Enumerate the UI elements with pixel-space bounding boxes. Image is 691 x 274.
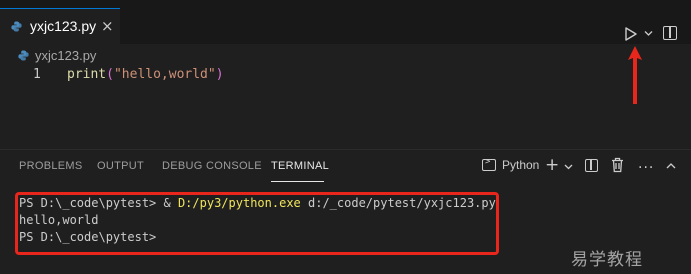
- plus-icon[interactable]: +: [545, 155, 559, 175]
- terminal-profile-label: Python: [502, 158, 540, 172]
- code-text[interactable]: print("hello,world"): [67, 66, 224, 84]
- terminal-exe-path: D:/py3/python.exe: [177, 196, 301, 210]
- terminal-line-2[interactable]: hello,world: [19, 213, 98, 231]
- tab-problems[interactable]: PROBLEMS: [19, 160, 83, 172]
- editor-tab-bar: yxjc123.py ×: [0, 8, 691, 44]
- tab-terminal[interactable]: TERMINAL: [271, 160, 329, 172]
- terminal-icon: [482, 157, 496, 171]
- code-paren-close: ): [215, 67, 224, 82]
- line-number: 1: [33, 67, 41, 82]
- split-terminal-icon[interactable]: [585, 159, 598, 172]
- chevron-down-icon[interactable]: [564, 164, 573, 170]
- tab-label: yxjc123.py: [30, 18, 97, 34]
- code-string: "hello,world": [113, 67, 216, 82]
- python-file-icon: [18, 49, 29, 61]
- code-line-1[interactable]: 1 print("hello,world"): [0, 66, 691, 84]
- more-actions-icon[interactable]: ···: [638, 160, 654, 176]
- chevron-down-icon[interactable]: [644, 30, 653, 37]
- chevron-up-icon[interactable]: [666, 163, 676, 169]
- split-editor-icon[interactable]: [663, 26, 677, 40]
- terminal-script-path: d:/_code/pytest/yxjc123.py: [300, 196, 496, 210]
- code-function: print: [67, 67, 107, 82]
- active-tab-indicator: [271, 181, 324, 182]
- tab-debug-console[interactable]: DEBUG CONSOLE: [162, 160, 262, 172]
- close-icon[interactable]: ×: [101, 17, 114, 35]
- terminal-prompt: PS D:\_code\pytest> &: [19, 196, 178, 210]
- play-icon[interactable]: [624, 27, 638, 41]
- editor-tab-yxjc123[interactable]: yxjc123.py ×: [0, 8, 120, 44]
- tab-output[interactable]: OUTPUT: [97, 160, 144, 172]
- terminal-line-3[interactable]: PS D:\_code\pytest>: [19, 230, 156, 248]
- trash-icon[interactable]: [611, 157, 624, 173]
- breadcrumb[interactable]: yxjc123.py: [18, 47, 96, 63]
- code-paren-open: (: [106, 67, 114, 82]
- terminal-profile[interactable]: Python: [482, 157, 540, 172]
- terminal-line-1[interactable]: PS D:\_code\pytest> & D:/py3/python.exe …: [19, 196, 496, 214]
- title-bar: [0, 0, 691, 8]
- watermark-text: 易学教程: [571, 250, 643, 270]
- python-file-icon: [11, 21, 22, 32]
- breadcrumb-file[interactable]: yxjc123.py: [35, 48, 96, 63]
